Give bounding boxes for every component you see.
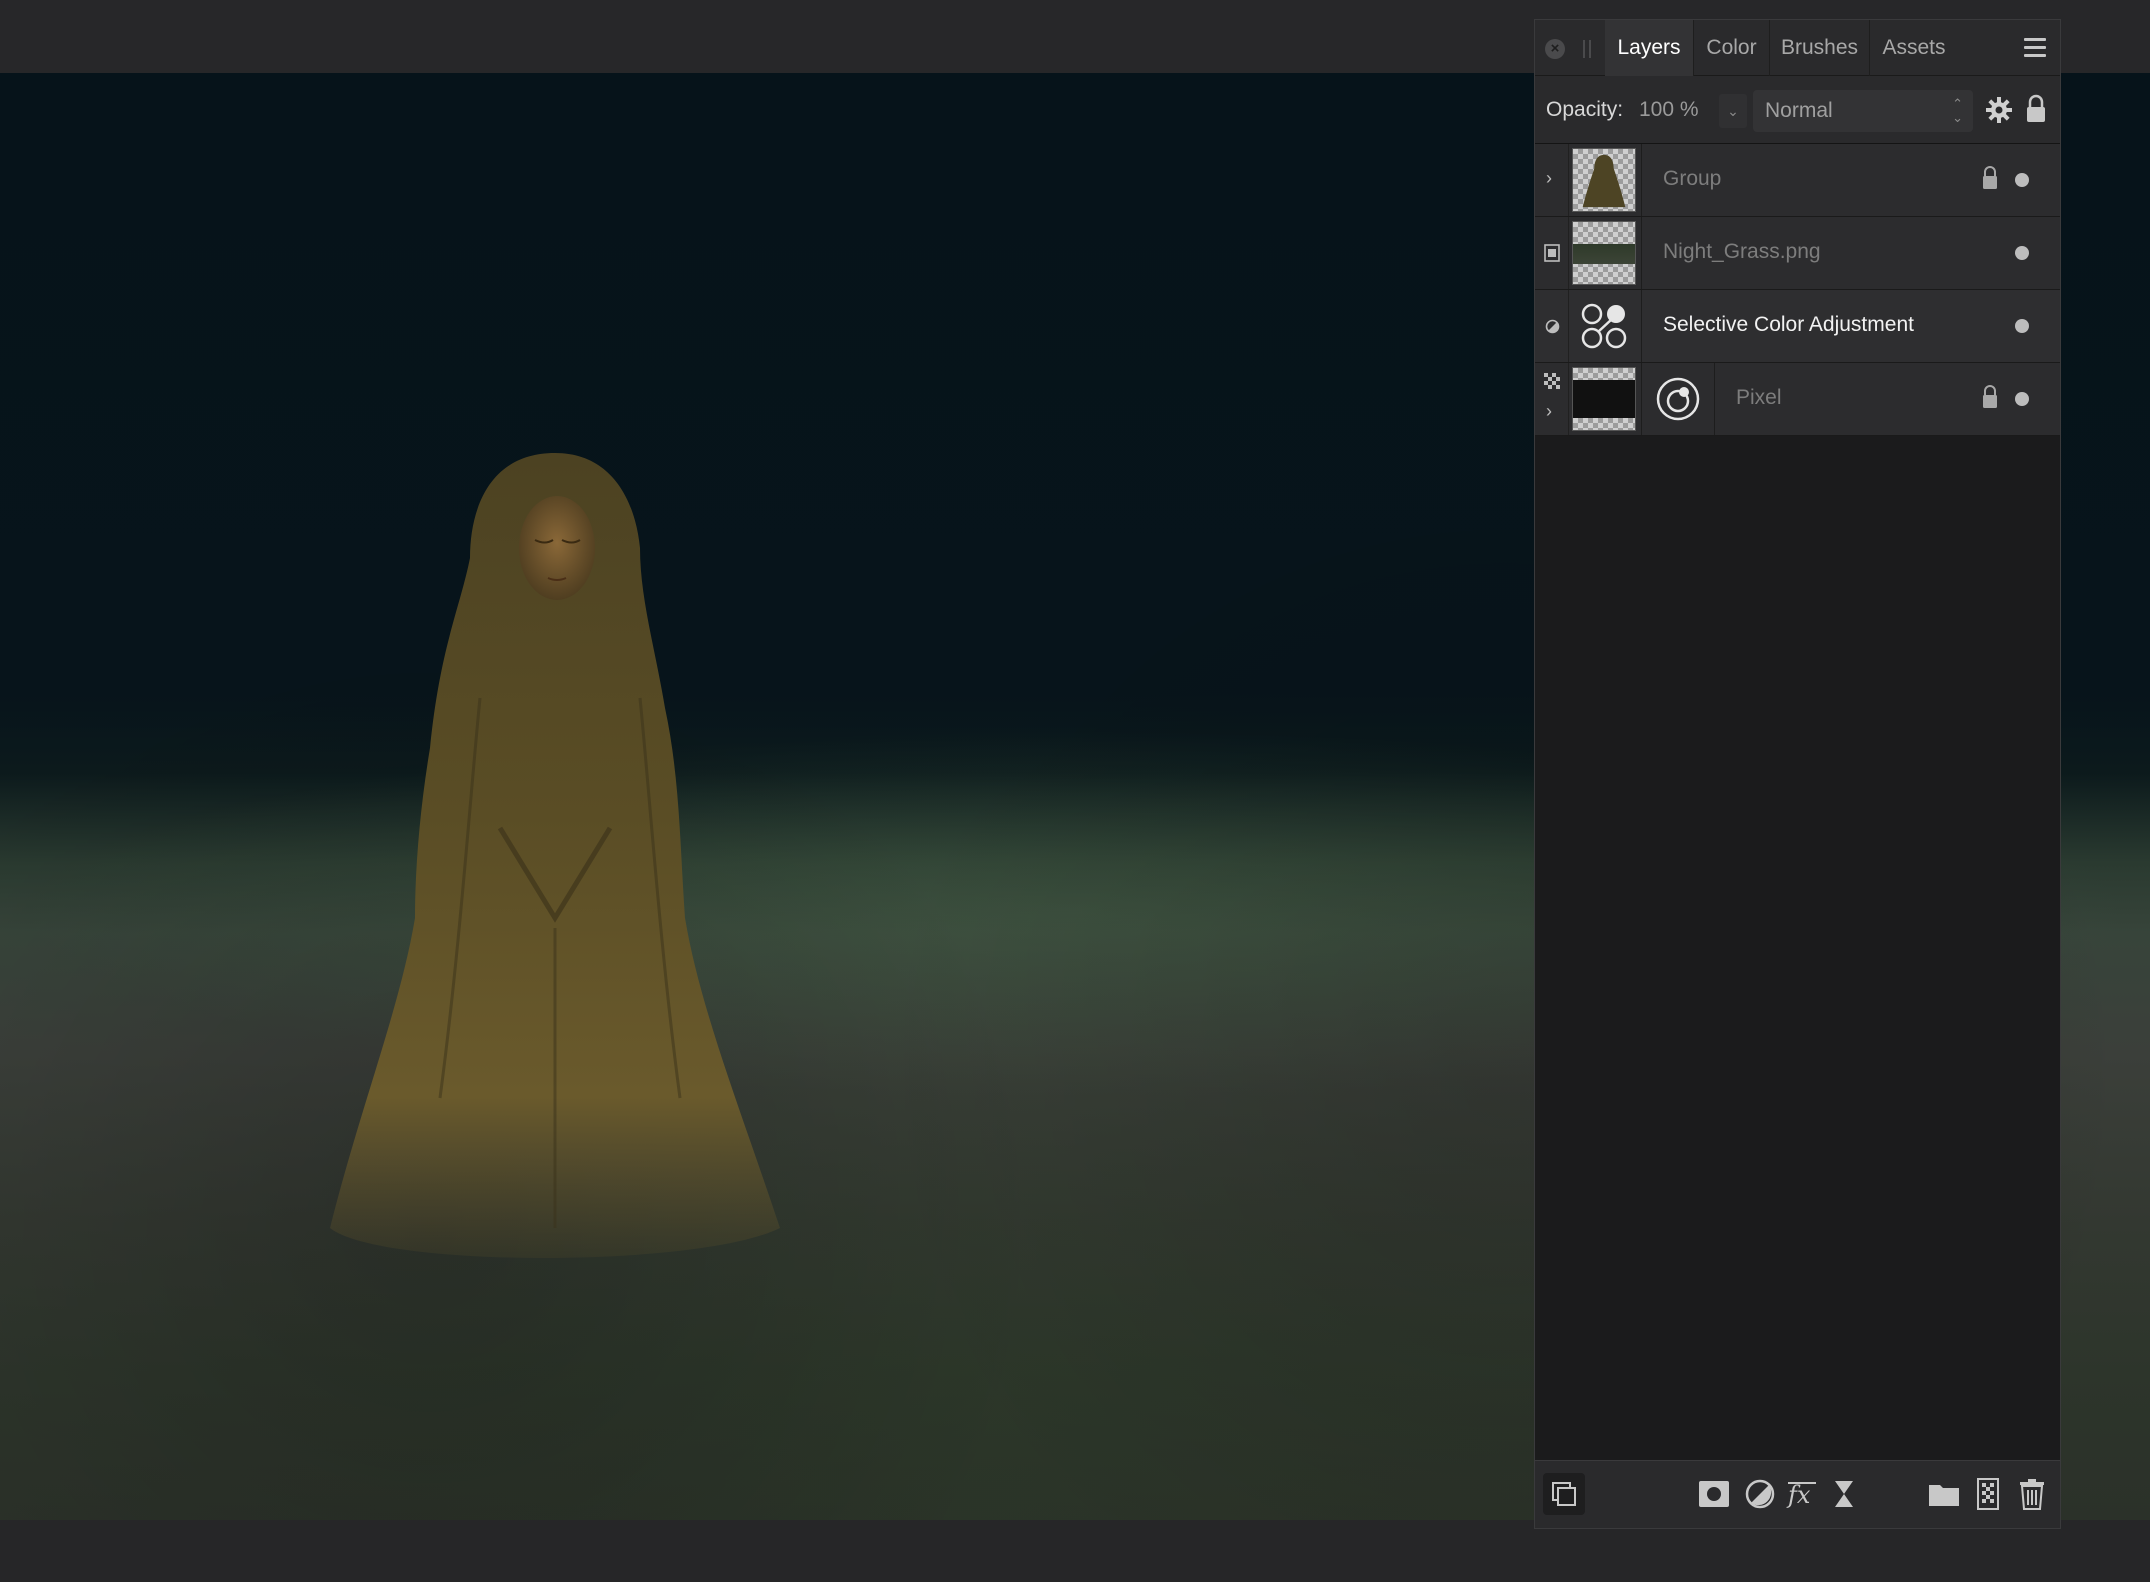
lock-icon[interactable] — [1981, 384, 1999, 410]
layer-row-selective-color[interactable]: Selective Color Adjustment — [1535, 290, 2060, 363]
blend-mode-value: Normal — [1765, 99, 1833, 122]
live-filter-icon — [1656, 377, 1700, 421]
visibility-dot-icon[interactable] — [2015, 246, 2029, 260]
bottom-status-bar — [0, 1520, 2150, 1582]
layer-thumbnail — [1572, 221, 1636, 285]
visibility-dot-icon[interactable] — [2015, 392, 2029, 406]
layer-row-group[interactable]: › Group — [1535, 144, 2060, 217]
visibility-dot-icon[interactable] — [2015, 319, 2029, 333]
layer-row-night-grass[interactable]: Night_Grass.png — [1535, 217, 2060, 290]
mask-icon[interactable] — [1697, 1477, 1731, 1511]
layer-row-controls — [1535, 217, 1569, 289]
tab-assets[interactable]: Assets — [1870, 20, 1958, 76]
layers-panel-footer: fx — [1535, 1460, 2060, 1528]
panel-menu-icon[interactable] — [2024, 38, 2046, 58]
opacity-label: Opacity: — [1546, 98, 1624, 121]
layer-name[interactable]: Selective Color Adjustment — [1663, 313, 1914, 337]
layer-thumbnail — [1572, 367, 1636, 431]
chevron-right-icon[interactable]: › — [1546, 168, 1552, 189]
layer-name[interactable]: Pixel — [1736, 386, 1782, 410]
layer-thumbnail — [1572, 148, 1636, 212]
pixel-layer-icon[interactable] — [1971, 1477, 2005, 1511]
gear-icon[interactable] — [1985, 96, 2013, 124]
fx-icon[interactable]: fx — [1785, 1477, 1819, 1511]
opacity-row: Opacity: 100 % ⌄ Normal ⌃ ⌄ — [1535, 76, 2060, 144]
close-icon[interactable]: × — [1545, 39, 1565, 59]
drag-handle-icon[interactable] — [1583, 40, 1591, 58]
tab-brushes[interactable]: Brushes — [1770, 20, 1870, 76]
visibility-dot-icon[interactable] — [2015, 173, 2029, 187]
live-filter-icon[interactable] — [1827, 1477, 1861, 1511]
chevron-right-icon[interactable]: › — [1546, 401, 1552, 422]
layer-name[interactable]: Night_Grass.png — [1663, 240, 1821, 264]
svg-text:fx: fx — [1786, 1481, 1811, 1509]
updown-chevron-icon: ⌃ ⌄ — [1952, 96, 1963, 125]
selective-color-icon — [1572, 294, 1636, 358]
pixel-layer-icon — [1544, 373, 1560, 389]
layer-name[interactable]: Group — [1663, 167, 1721, 191]
folder-icon[interactable] — [1927, 1477, 1961, 1511]
layer-row-pixel[interactable]: › Pixel — [1535, 363, 2060, 436]
layer-row-controls: › — [1535, 363, 1569, 435]
layer-row-controls — [1535, 290, 1569, 362]
tab-color[interactable]: Color — [1694, 20, 1770, 76]
layer-stack-icon — [1552, 1482, 1576, 1506]
lock-icon[interactable] — [2025, 94, 2047, 124]
trash-icon[interactable] — [2015, 1477, 2049, 1511]
tab-layers[interactable]: Layers — [1605, 20, 1694, 76]
opacity-dropdown-icon[interactable]: ⌄ — [1719, 94, 1747, 128]
lock-icon[interactable] — [1981, 165, 1999, 191]
live-filter-thumbnail — [1642, 363, 1715, 435]
adjustment-icon[interactable] — [1743, 1477, 1777, 1511]
layer-row-controls: › — [1535, 144, 1569, 216]
hooded-figure-artwork — [320, 448, 790, 1278]
opacity-input[interactable]: 100 % — [1639, 98, 1699, 122]
layer-stack-button[interactable] — [1543, 1473, 1585, 1515]
blend-mode-select[interactable]: Normal ⌃ ⌄ — [1753, 90, 1973, 132]
layers-panel: × Layers Color Brushes Assets Opacity: 1… — [1534, 19, 2061, 1529]
image-layer-icon — [1544, 244, 1560, 262]
adjustment-icon — [1545, 319, 1560, 334]
panel-tab-bar: × Layers Color Brushes Assets — [1535, 20, 2060, 76]
